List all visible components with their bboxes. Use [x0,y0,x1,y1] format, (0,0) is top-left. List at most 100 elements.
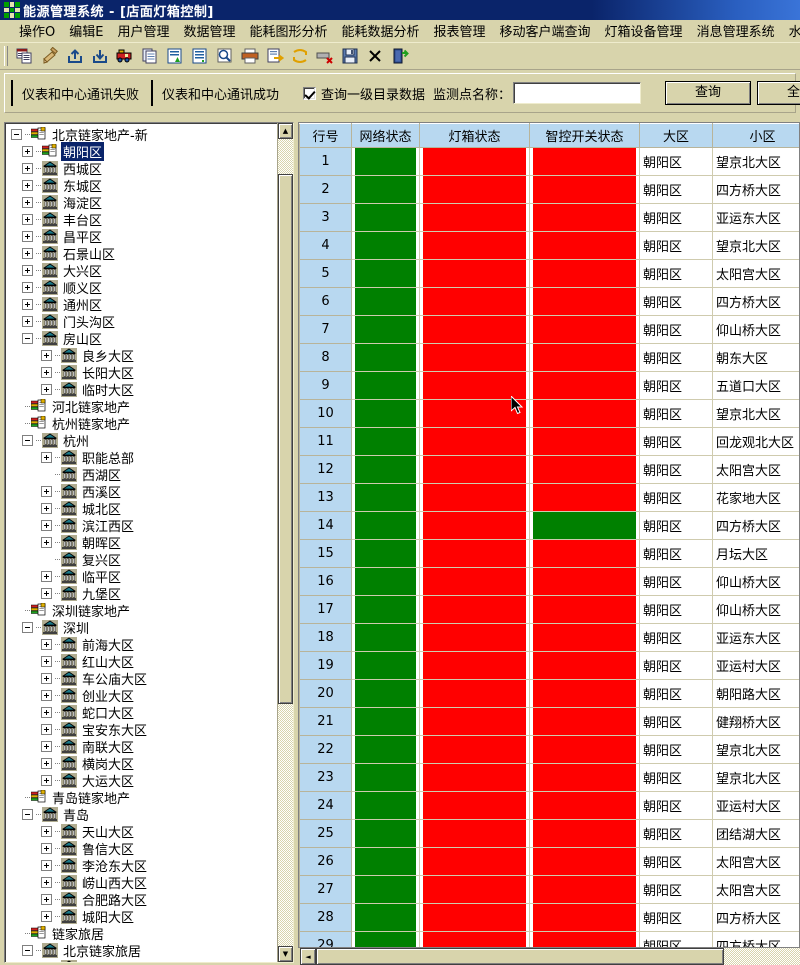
cell-lightbox-status[interactable] [420,344,530,372]
cell-lightbox-status[interactable] [420,456,530,484]
table-row[interactable]: 14朝阳区四方桥大区翠 [300,512,800,540]
scroll-down-button[interactable]: ▼ [278,946,293,962]
tree-node[interactable]: 创业大区 [9,687,277,704]
table-row[interactable]: 29朝阳区四方桥大区美 [300,932,800,949]
cell-district[interactable]: 仰山桥大区 [713,568,800,596]
cell-lightbox-status[interactable] [420,428,530,456]
expand-plus-icon[interactable] [41,503,52,514]
cell-row-number[interactable]: 7 [300,316,352,344]
cell-lightbox-status[interactable] [420,904,530,932]
cell-district[interactable]: 四方桥大区 [713,932,800,949]
tree-node[interactable]: 宝安东大区 [9,721,277,738]
copy-icon[interactable] [138,44,162,68]
tree-node[interactable]: 石景山区 [9,245,277,262]
cell-network-status[interactable] [352,904,420,932]
cell-district[interactable]: 朝阳路大区 [713,680,800,708]
cell-switch-status[interactable] [530,904,640,932]
col-header-switch[interactable]: 智控开关状态 [530,124,640,148]
cell-switch-status[interactable] [530,316,640,344]
print-preview-icon[interactable] [213,44,237,68]
expand-plus-icon[interactable] [41,758,52,769]
expand-plus-icon[interactable] [41,452,52,463]
cell-row-number[interactable]: 2 [300,176,352,204]
tree-node[interactable]: 临平区 [9,568,277,585]
cell-lightbox-status[interactable] [420,512,530,540]
cell-network-status[interactable] [352,568,420,596]
tree-node[interactable]: 大兴区 [9,262,277,279]
tree-node[interactable]: 深圳 [9,619,277,636]
cell-region[interactable]: 朝阳区 [640,736,713,764]
table-row[interactable]: 13朝阳区花家地大区新 [300,484,800,512]
tree-node[interactable]: 西溪区 [9,483,277,500]
cell-region[interactable]: 朝阳区 [640,540,713,568]
cell-region[interactable]: 朝阳区 [640,372,713,400]
cell-region[interactable]: 朝阳区 [640,484,713,512]
expand-plus-icon[interactable] [41,350,52,361]
cell-lightbox-status[interactable] [420,652,530,680]
cell-lightbox-status[interactable] [420,764,530,792]
close-x-icon[interactable] [363,44,387,68]
cell-district[interactable]: 仰山桥大区 [713,316,800,344]
cell-network-status[interactable] [352,932,420,949]
collapse-minus-icon[interactable] [22,809,33,820]
cell-region[interactable]: 朝阳区 [640,260,713,288]
cell-lightbox-status[interactable] [420,932,530,949]
tree-node[interactable]: 北京链家旅居 [9,942,277,959]
expand-plus-icon[interactable] [41,537,52,548]
table-row[interactable]: 9朝阳区五道口大区六 [300,372,800,400]
scroll-up-button[interactable]: ▲ [278,123,293,139]
cell-row-number[interactable]: 4 [300,232,352,260]
tree-node[interactable]: 蛇口大区 [9,704,277,721]
cell-switch-status[interactable] [530,428,640,456]
cell-lightbox-status[interactable] [420,372,530,400]
expand-plus-icon[interactable] [41,741,52,752]
send-document-icon[interactable] [263,44,287,68]
cell-switch-status[interactable] [530,232,640,260]
cell-lightbox-status[interactable] [420,232,530,260]
first-level-checkbox[interactable]: 查询一级目录数据 [303,84,425,103]
expand-plus-icon[interactable] [22,163,33,174]
tree-node[interactable]: 青岛链家地产 [9,789,277,806]
menu-item-user-management[interactable]: 用户管理 [110,19,176,42]
tree-node[interactable]: 李沧东大区 [9,857,277,874]
tree-node[interactable]: 合肥路大区 [9,891,277,908]
import-down-icon[interactable] [88,44,112,68]
cell-network-status[interactable] [352,596,420,624]
scroll-left-button[interactable]: ◄ [300,948,316,965]
cell-region[interactable]: 朝阳区 [640,904,713,932]
tree-node[interactable]: 车公庙大区 [9,670,277,687]
tree-node[interactable]: 杭州 [9,432,277,449]
menu-item-energy-data-analysis[interactable]: 能耗数据分析 [335,19,427,42]
cell-switch-status[interactable] [530,148,640,176]
cell-district[interactable]: 四方桥大区 [713,904,800,932]
table-row[interactable]: 24朝阳区亚运村大区慧 [300,792,800,820]
tree-node[interactable]: 滨江西区 [9,517,277,534]
tree-node[interactable]: 城北区 [9,500,277,517]
expand-plus-icon[interactable] [41,571,52,582]
cell-network-status[interactable] [352,512,420,540]
cell-district[interactable]: 望京北大区 [713,400,800,428]
tree-node[interactable]: 东城区 [9,177,277,194]
tree-node[interactable]: 职能总部 [9,449,277,466]
table-row[interactable]: 20朝阳区朝阳路大区朝 [300,680,800,708]
cell-switch-status[interactable] [530,204,640,232]
cell-district[interactable]: 太阳宫大区 [713,848,800,876]
cell-switch-status[interactable] [530,708,640,736]
table-row[interactable]: 1朝阳区望京北大区融 [300,148,800,176]
cell-switch-status[interactable] [530,260,640,288]
cell-row-number[interactable]: 28 [300,904,352,932]
cell-network-status[interactable] [352,176,420,204]
tree-node[interactable]: 朝阳区 [9,143,277,160]
collapse-minus-icon[interactable] [22,435,33,446]
cell-lightbox-status[interactable] [420,792,530,820]
scroll-thumb[interactable] [278,174,293,704]
table-row[interactable]: 6朝阳区四方桥大区翠 [300,288,800,316]
menu-item-report-management[interactable]: 报表管理 [427,19,493,42]
table-row[interactable]: 2朝阳区四方桥大区翠 [300,176,800,204]
table-row[interactable]: 5朝阳区太阳宫大区远 [300,260,800,288]
cell-region[interactable]: 朝阳区 [640,764,713,792]
table-row[interactable]: 16朝阳区仰山桥大区媒 [300,568,800,596]
tree-node[interactable]: 河北链家地产 [9,398,277,415]
tree-node[interactable]: 长阳大区 [9,364,277,381]
cell-network-status[interactable] [352,428,420,456]
